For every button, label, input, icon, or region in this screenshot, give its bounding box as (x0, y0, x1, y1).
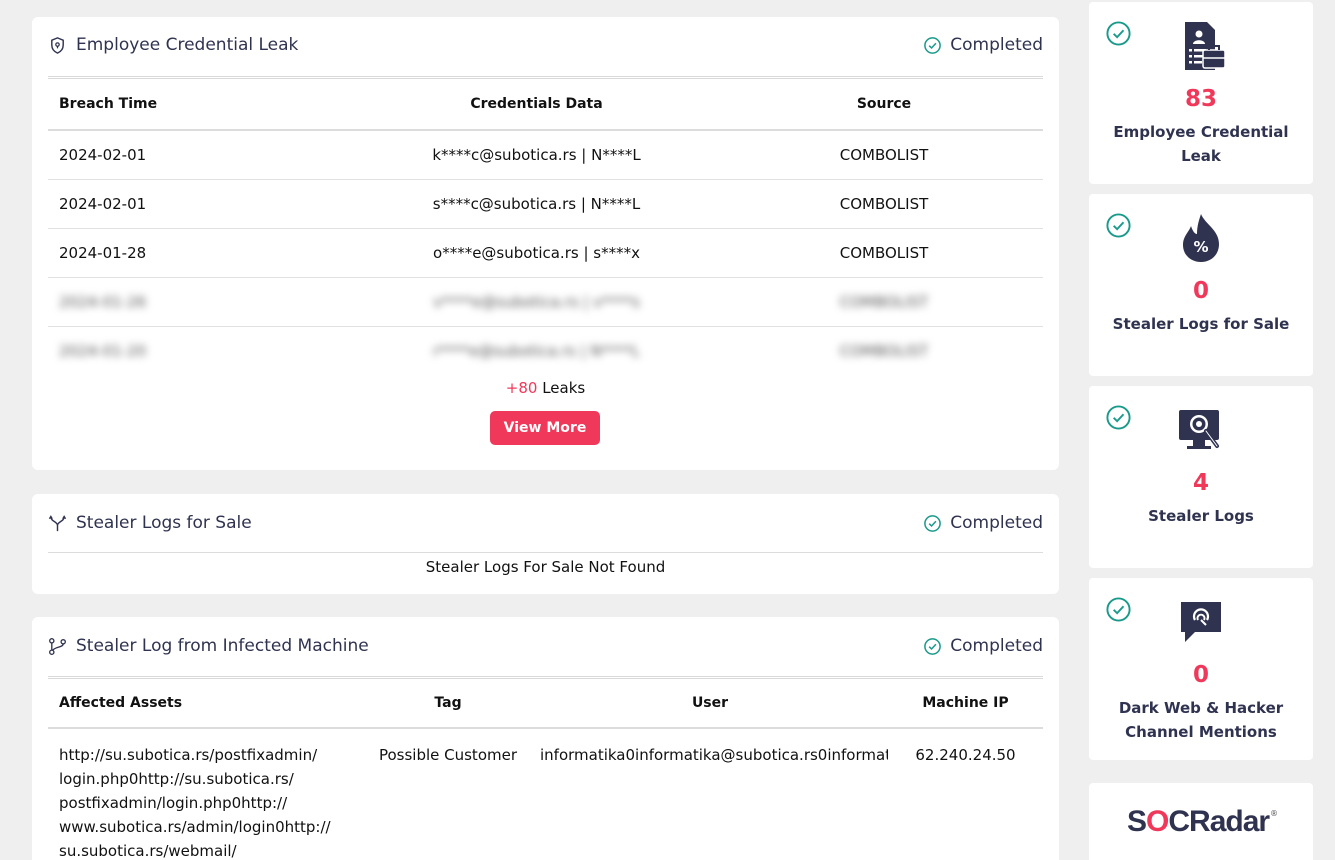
stat-label: Dark Web & Hacker Channel Mentions (1118, 699, 1284, 741)
empty-state-message: Stealer Logs For Sale Not Found (425, 558, 666, 576)
table-row-blurred: 2024-01-26 v****e@subotica.rs | v****s C… (48, 277, 1043, 327)
credentials-cell: v****e@subotica.rs | v****s (348, 277, 725, 327)
column-header: Tag (364, 678, 532, 729)
infected-machine-table: Affected Assets Tag User Machine IP http… (48, 678, 1043, 860)
column-header: Source (725, 78, 1043, 131)
breach-time-cell: 2024-01-28 (48, 228, 348, 278)
table-row: 2024-02-01 s****c@subotica.rs | N****L C… (48, 179, 1043, 229)
svg-text:%: % (1193, 238, 1208, 256)
stealer-logs-for-sale-card: Stealer Logs for Sale Completed Stealer … (32, 494, 1059, 594)
leaks-label: Leaks (537, 379, 586, 397)
leaks-counter: +80 Leaks (32, 379, 1059, 397)
column-header: Credentials Data (348, 78, 725, 131)
stat-count: 4 (1192, 470, 1209, 496)
source-cell: COMBOLIST (725, 228, 1043, 278)
stat-label: Employee Credential Leak (1113, 123, 1289, 165)
stat-card-dark-web-mentions[interactable]: 0 Dark Web & Hacker Channel Mentions (1089, 578, 1313, 760)
column-header: User (532, 678, 888, 729)
tag-cell: Possible Customer (378, 746, 518, 764)
socradar-logo-card: SOCRadar ® (1089, 783, 1313, 860)
credential-briefcase-icon (1089, 20, 1313, 72)
credentials-cell: k****c@subotica.rs | N****L (348, 130, 725, 180)
stat-count: 0 (1192, 278, 1209, 304)
column-header: Breach Time (48, 78, 348, 131)
stat-count: 0 (1192, 662, 1209, 688)
breach-time-cell: 2024-01-26 (48, 277, 348, 327)
affected-assets-cell: http://su.subotica.rs/postfixadmin/ logi… (48, 728, 364, 860)
stealer-log-infected-machine-card: Stealer Log from Infected Machine Comple… (32, 617, 1059, 860)
credentials-cell: o****e@subotica.rs | s****x (348, 228, 725, 278)
status-badge: Completed (923, 636, 1043, 656)
card-title-text: Employee Credential Leak (76, 35, 299, 55)
table-row: 2024-02-01 k****c@subotica.rs | N****L C… (48, 130, 1043, 180)
card-title-text: Stealer Logs for Sale (76, 513, 252, 533)
card-title-text: Stealer Log from Infected Machine (76, 636, 369, 656)
source-cell: COMBOLIST (725, 277, 1043, 327)
virus-monitor-icon (1089, 404, 1313, 456)
source-cell: COMBOLIST (725, 130, 1043, 180)
branch-icon (49, 637, 66, 655)
machine-ip-cell: 62.240.24.50 (915, 746, 1016, 764)
check-circle-icon (924, 637, 942, 655)
chat-radar-icon (1089, 596, 1313, 648)
card-title: Stealer Logs for Sale (48, 513, 252, 533)
stat-label: Stealer Logs (1148, 507, 1254, 525)
asset-line: login.php0http://su.subotica.rs/ (59, 770, 294, 788)
column-header: Affected Assets (48, 678, 364, 729)
shield-icon (51, 36, 64, 54)
status-text: Completed (950, 513, 1043, 533)
logo-letter: S (1127, 805, 1147, 838)
credentials-cell: s****c@subotica.rs | N****L (348, 179, 725, 229)
leaks-count: +80 (505, 379, 538, 397)
status-text: Completed (950, 35, 1043, 55)
asset-line: www.subotica.rs/admin/login0http:// (59, 818, 331, 836)
table-row-blurred: 2024-01-20 r****e@subotica.rs | N****L C… (48, 326, 1043, 375)
logo-letter-o: O (1146, 805, 1169, 838)
logo-letters: CRadar (1168, 805, 1270, 838)
check-circle-icon (924, 36, 942, 54)
table-header-row: Breach Time Credentials Data Source (48, 78, 1043, 131)
divider (48, 552, 1043, 553)
source-cell: COMBOLIST (725, 179, 1043, 229)
stat-count: 83 (1184, 86, 1217, 112)
status-badge: Completed (923, 35, 1043, 55)
status-text: Completed (950, 636, 1043, 656)
breach-time-cell: 2024-02-01 (48, 130, 348, 180)
source-cell: COMBOLIST (839, 341, 929, 360)
card-title: Stealer Log from Infected Machine (48, 636, 369, 656)
user-cell: informatika0informatika@subotica.rs0info… (540, 746, 888, 764)
table-header-row: Affected Assets Tag User Machine IP (48, 678, 1043, 729)
stat-label: Stealer Logs for Sale (1112, 315, 1290, 333)
employee-credential-leak-card: Employee Credential Leak Completed Breac… (32, 17, 1059, 470)
table-row: http://su.subotica.rs/postfixadmin/ logi… (48, 728, 1043, 860)
asset-line: http://su.subotica.rs/postfixadmin/ (59, 746, 318, 764)
asset-line: su.subotica.rs/webmail/ (59, 842, 237, 860)
credentials-table: Breach Time Credentials Data Source 2024… (48, 78, 1043, 375)
fire-percent-icon: % (1089, 212, 1313, 264)
asset-line: postfixadmin/login.php0http:// (59, 794, 288, 812)
column-header: Machine IP (888, 678, 1043, 729)
view-more-button[interactable]: View More (490, 411, 600, 445)
socradar-logo: SOCRadar (1127, 805, 1270, 839)
credentials-cell: r****e@subotica.rs | N****L (433, 341, 640, 360)
stat-card-stealer-logs[interactable]: 4 Stealer Logs (1089, 386, 1313, 568)
check-circle-icon (924, 514, 942, 532)
stat-card-employee-credential-leak[interactable]: 83 Employee Credential Leak (1089, 2, 1313, 184)
breach-time-cell: 2024-01-20 (59, 341, 147, 360)
fork-icon (48, 514, 67, 531)
breach-time-cell: 2024-02-01 (48, 179, 348, 229)
stat-card-stealer-logs-for-sale[interactable]: % 0 Stealer Logs for Sale (1089, 194, 1313, 376)
table-row: 2024-01-28 o****e@subotica.rs | s****x C… (48, 228, 1043, 278)
registered-mark: ® (1270, 809, 1278, 818)
status-badge: Completed (923, 513, 1043, 533)
card-title: Employee Credential Leak (48, 35, 298, 55)
